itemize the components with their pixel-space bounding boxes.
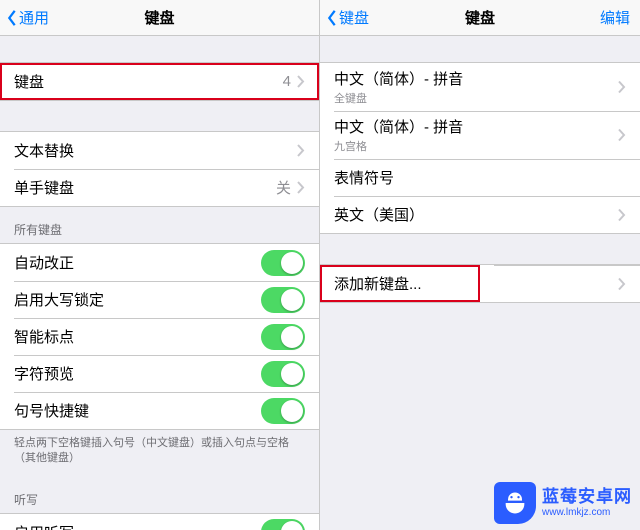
- edit-button[interactable]: 编辑: [600, 7, 634, 28]
- chevron-right-icon: [297, 181, 305, 194]
- chevron-left-icon: [326, 9, 338, 27]
- char-preview-row: 字符预览: [0, 355, 319, 392]
- keyboard-name: 表情符号: [334, 167, 626, 188]
- keyboard-layout: 全键盘: [334, 90, 626, 106]
- nav-bar: 通用 键盘: [0, 0, 319, 36]
- watermark-logo-icon: [494, 482, 536, 524]
- chevron-right-icon: [618, 277, 626, 290]
- nav-bar: 键盘 键盘 编辑: [320, 0, 640, 36]
- chevron-right-icon: [618, 81, 626, 94]
- keyboard-item[interactable]: 英文（美国）: [320, 196, 640, 233]
- text-replacement-row[interactable]: 文本替换: [0, 132, 319, 169]
- settings-keyboard-pane: 通用 键盘 键盘 4 文本替换 单手键盘 关 所有键盘: [0, 0, 320, 530]
- keyboard-item[interactable]: 中文（简体）- 拼音 全键盘: [320, 63, 640, 111]
- chevron-right-icon: [297, 144, 305, 157]
- watermark: 蓝莓安卓网 www.lmkjz.com: [494, 482, 632, 524]
- back-button[interactable]: 通用: [6, 7, 49, 28]
- chevron-left-icon: [6, 9, 18, 27]
- add-keyboard-row[interactable]: 添加新键盘...: [320, 265, 480, 302]
- row-label: 启用大写锁定: [14, 289, 261, 310]
- row-label: 智能标点: [14, 326, 261, 347]
- back-label: 通用: [19, 7, 49, 28]
- watermark-url: www.lmkjz.com: [542, 507, 632, 518]
- row-label: 文本替换: [14, 140, 297, 161]
- chevron-right-icon: [297, 75, 305, 88]
- keyboard-name: 中文（简体）- 拼音: [334, 68, 626, 89]
- char-preview-toggle[interactable]: [261, 361, 305, 387]
- auto-correct-toggle[interactable]: [261, 250, 305, 276]
- smart-punct-toggle[interactable]: [261, 324, 305, 350]
- chevron-right-icon: [618, 129, 626, 142]
- row-label: 字符预览: [14, 363, 261, 384]
- row-value: 关: [276, 177, 291, 198]
- watermark-title: 蓝莓安卓网: [542, 488, 632, 507]
- period-shortcut-toggle[interactable]: [261, 398, 305, 424]
- auto-correct-row: 自动改正: [0, 244, 319, 281]
- back-label: 键盘: [339, 7, 369, 28]
- section-header: 所有键盘: [0, 207, 319, 243]
- keyboard-name: 英文（美国）: [334, 204, 626, 225]
- keyboard-item[interactable]: 表情符号: [320, 159, 640, 196]
- row-label: 自动改正: [14, 252, 261, 273]
- keyboard-name: 中文（简体）- 拼音: [334, 116, 626, 137]
- page-title: 键盘: [144, 7, 174, 28]
- row-label: 启用听写: [14, 522, 261, 530]
- back-button[interactable]: 键盘: [326, 7, 369, 28]
- keyboards-row[interactable]: 键盘 4: [0, 63, 319, 100]
- smart-punct-row: 智能标点: [0, 318, 319, 355]
- keyboard-layout: 九宫格: [334, 138, 626, 154]
- row-value: 4: [283, 73, 291, 90]
- row-label: 句号快捷键: [14, 400, 261, 421]
- row-label: 添加新键盘...: [334, 273, 466, 294]
- enable-dictation-row: 启用听写: [0, 514, 319, 530]
- row-label: 键盘: [14, 71, 283, 92]
- keyboard-list-pane: 键盘 键盘 编辑 中文（简体）- 拼音 全键盘 中文（简体）- 拼音 九宫格 表…: [320, 0, 640, 530]
- dictation-toggle[interactable]: [261, 519, 305, 530]
- one-handed-row[interactable]: 单手键盘 关: [0, 169, 319, 206]
- page-title: 键盘: [465, 7, 495, 28]
- row-label: 单手键盘: [14, 177, 276, 198]
- chevron-right-icon: [618, 208, 626, 221]
- keyboard-item[interactable]: 中文（简体）- 拼音 九宫格: [320, 111, 640, 159]
- footer-note: 轻点两下空格键插入句号（中文键盘）或插入句点与空格（其他键盘）: [0, 430, 319, 477]
- caps-lock-row: 启用大写锁定: [0, 281, 319, 318]
- section-header-dictation: 听写: [0, 477, 319, 513]
- period-shortcut-row: 句号快捷键: [0, 392, 319, 429]
- caps-lock-toggle[interactable]: [261, 287, 305, 313]
